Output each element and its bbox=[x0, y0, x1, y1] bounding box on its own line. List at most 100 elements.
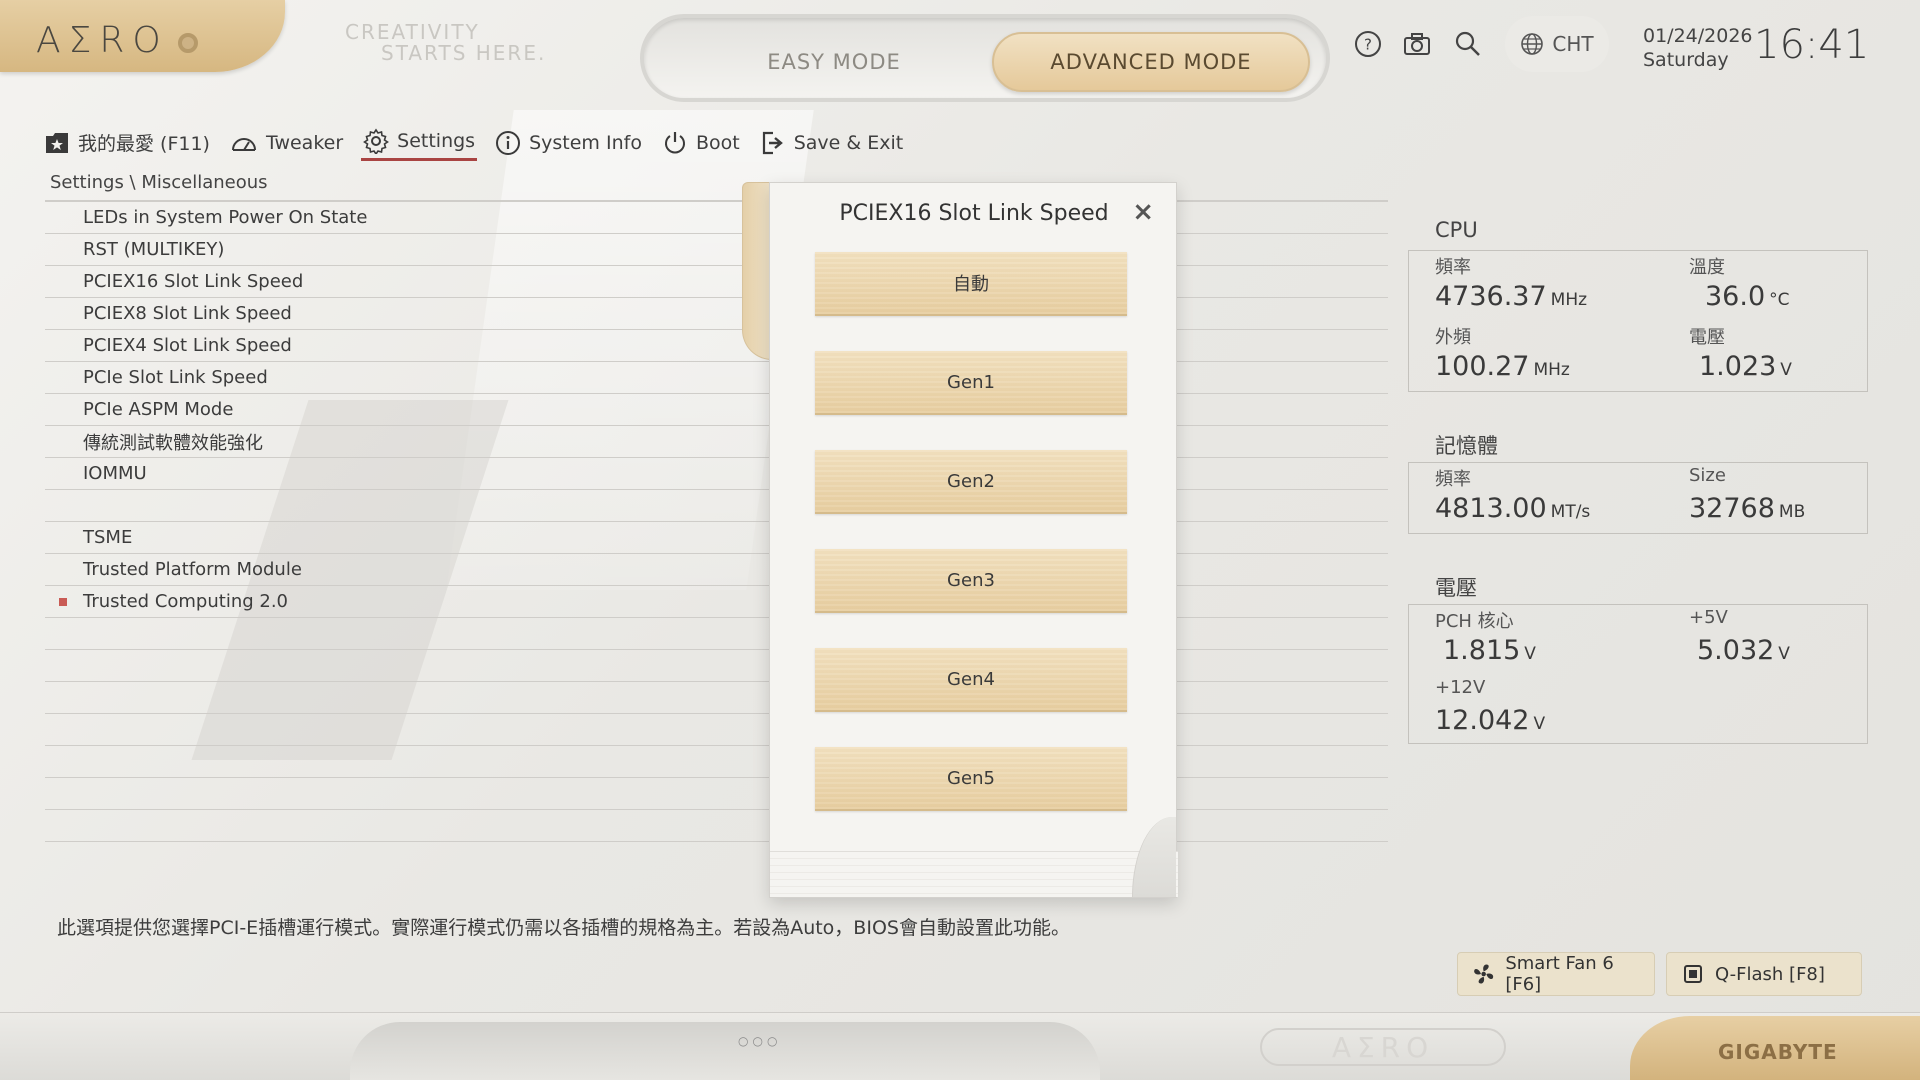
qflash-button[interactable]: Q-Flash [F8] bbox=[1666, 952, 1862, 996]
tab-favorites[interactable]: 我的最愛 (F11) bbox=[42, 125, 212, 160]
setting-row[interactable]: PCIEX4 Slot Link Speed bbox=[45, 330, 1388, 362]
tab-boot[interactable]: Boot bbox=[660, 126, 742, 160]
tab-system-info-label: System Info bbox=[529, 131, 642, 154]
mem-freq: 4813.00 MT/s bbox=[1435, 493, 1591, 524]
setting-row[interactable]: 傳統測試軟體效能強化 bbox=[45, 426, 1388, 458]
pch-voltage: 1.815 V bbox=[1443, 635, 1536, 666]
fan-icon bbox=[1474, 964, 1494, 984]
setting-label: Trusted Computing 2.0 bbox=[83, 591, 289, 612]
v12-voltage: 12.042 V bbox=[1435, 705, 1546, 736]
voltage-panel: PCH 核心 1.815 V +5V 5.032 V +12V 12.042 V bbox=[1408, 604, 1868, 744]
logo-dot-icon bbox=[178, 33, 198, 53]
memory-title: 記憶體 bbox=[1435, 434, 1498, 458]
setting-row[interactable]: Trusted Platform Module bbox=[45, 554, 1388, 586]
tagline-line-1: CREATIVITY bbox=[345, 20, 480, 44]
breadcrumb: Settings \ Miscellaneous bbox=[50, 172, 268, 193]
tab-tweaker-label: Tweaker bbox=[265, 131, 344, 154]
qflash-label: Q-Flash [F8] bbox=[1715, 963, 1825, 985]
cpu-panel: 頻率 4736.37 MHz 溫度 36.0 °C 外頻 100.27 MHz 電壓 … bbox=[1408, 250, 1868, 392]
tab-favorites-label: 我的最愛 (F11) bbox=[78, 133, 210, 155]
help-icon[interactable]: ? bbox=[1352, 28, 1384, 60]
easy-mode-button[interactable]: EASY MODE bbox=[664, 32, 1004, 92]
option-auto[interactable]: 自動 bbox=[815, 252, 1127, 316]
cpu-temp-label: 溫度 bbox=[1689, 257, 1725, 278]
cpu-bclk: 100.27 MHz bbox=[1435, 351, 1570, 382]
memory-panel: 頻率 4813.00 MT/s Size 32768 MB bbox=[1408, 462, 1868, 534]
cpu-freq-label: 頻率 bbox=[1435, 257, 1471, 278]
setting-row[interactable]: PCIEX8 Slot Link Speed bbox=[45, 298, 1388, 330]
gauge-icon bbox=[231, 137, 256, 151]
close-icon[interactable]: × bbox=[1132, 197, 1154, 227]
empty-row bbox=[45, 650, 1388, 682]
cpu-bclk-label: 外頻 bbox=[1435, 327, 1471, 348]
power-icon bbox=[664, 131, 685, 153]
setting-row[interactable]: PCIe Slot Link Speed bbox=[45, 362, 1388, 394]
gigabyte-plate: GIGABYTE bbox=[1630, 1016, 1920, 1080]
settings-list: LEDs in System Power On State RST (MULTI… bbox=[45, 200, 1388, 842]
voltage-title: 電壓 bbox=[1435, 576, 1477, 600]
cpu-temp: 36.0 °C bbox=[1705, 281, 1790, 312]
option-gen3[interactable]: Gen3 bbox=[815, 549, 1127, 613]
tab-save-exit[interactable]: Save & Exit bbox=[758, 126, 906, 160]
info-icon bbox=[496, 130, 521, 155]
weekday: Saturday bbox=[1643, 49, 1729, 71]
tagline-line-2: STARTS HERE. bbox=[381, 41, 547, 65]
date: 01/24/2026 bbox=[1643, 25, 1753, 47]
camera-icon[interactable] bbox=[1401, 28, 1433, 60]
option-gen5[interactable]: Gen5 bbox=[815, 747, 1127, 811]
tab-settings-label: Settings bbox=[397, 130, 476, 152]
modal-side-tab bbox=[742, 182, 772, 360]
empty-row bbox=[45, 714, 1388, 746]
page-curl bbox=[1132, 817, 1176, 897]
main-nav: 我的最愛 (F11) Tweaker Settings System Info … bbox=[42, 124, 905, 161]
dialog-title: PCIEX16 Slot Link Speed bbox=[839, 201, 1109, 226]
smart-fan-button[interactable]: Smart Fan 6 [F6] bbox=[1457, 952, 1655, 996]
option-gen1[interactable]: Gen1 bbox=[815, 351, 1127, 415]
cpu-title: CPU bbox=[1435, 218, 1478, 242]
cpu-volt-label: 電壓 bbox=[1689, 327, 1725, 348]
language-button[interactable]: CHT bbox=[1505, 16, 1609, 72]
aero-logo: AΣRO bbox=[36, 20, 169, 61]
svg-text:?: ? bbox=[1364, 36, 1372, 54]
clock: 16:41 bbox=[1754, 22, 1870, 68]
help-description: 此選項提供您選擇PCI-E插槽運行模式。實際運行模式仍需以各插槽的規格為主。若設… bbox=[57, 917, 1070, 939]
empty-row bbox=[45, 746, 1388, 778]
dialog-footer bbox=[770, 851, 1178, 897]
tab-settings[interactable]: Settings bbox=[361, 124, 478, 161]
chip-icon bbox=[1684, 965, 1702, 983]
setting-row[interactable]: PCIe ASPM Mode bbox=[45, 394, 1388, 426]
setting-row[interactable]: IOMMU bbox=[45, 458, 1388, 490]
smart-fan-label: Smart Fan 6 [F6] bbox=[1505, 953, 1614, 995]
globe-icon bbox=[1521, 33, 1544, 55]
search-icon[interactable] bbox=[1452, 28, 1484, 60]
empty-row bbox=[45, 810, 1388, 842]
setting-row[interactable]: TSME bbox=[45, 522, 1388, 554]
tab-save-exit-label: Save & Exit bbox=[793, 131, 904, 154]
option-gen4[interactable]: Gen4 bbox=[815, 648, 1127, 712]
tab-tweaker[interactable]: Tweaker bbox=[228, 128, 345, 158]
setting-row[interactable]: PCIEX16 Slot Link Speed bbox=[45, 266, 1388, 298]
bottom-trough bbox=[350, 1022, 1100, 1080]
language-label: CHT bbox=[1552, 32, 1594, 56]
option-gen2[interactable]: Gen2 bbox=[815, 450, 1127, 514]
cpu-freq: 4736.37 MHz bbox=[1435, 281, 1588, 312]
setting-row[interactable]: LEDs in System Power On State bbox=[45, 202, 1388, 234]
setting-row-empty bbox=[45, 490, 1388, 522]
tab-system-info[interactable]: System Info bbox=[493, 126, 644, 160]
tab-boot-label: Boot bbox=[695, 131, 740, 154]
setting-row[interactable]: RST (MULTIKEY) bbox=[45, 234, 1388, 266]
gigabyte-logo: GIGABYTE bbox=[1718, 1040, 1838, 1064]
logo-plate: AΣRO bbox=[0, 0, 285, 72]
pager-dots-icon: ○○○ bbox=[738, 1034, 782, 1048]
date-display: 01/24/2026 Saturday bbox=[1643, 24, 1753, 72]
mem-size: 32768 MB bbox=[1689, 493, 1806, 524]
mem-freq-label: 頻率 bbox=[1435, 469, 1471, 490]
mode-switch: EASY MODE ADVANCED MODE bbox=[640, 14, 1330, 102]
empty-row bbox=[45, 778, 1388, 810]
setting-row-trusted-computing[interactable]: Trusted Computing 2.0 bbox=[45, 586, 1388, 618]
gear-icon bbox=[363, 128, 390, 154]
advanced-mode-button[interactable]: ADVANCED MODE bbox=[992, 32, 1310, 92]
favorites-icon bbox=[46, 132, 68, 153]
selected-marker bbox=[59, 598, 67, 606]
bottom-aero-logo: AΣRO bbox=[1260, 1028, 1506, 1066]
